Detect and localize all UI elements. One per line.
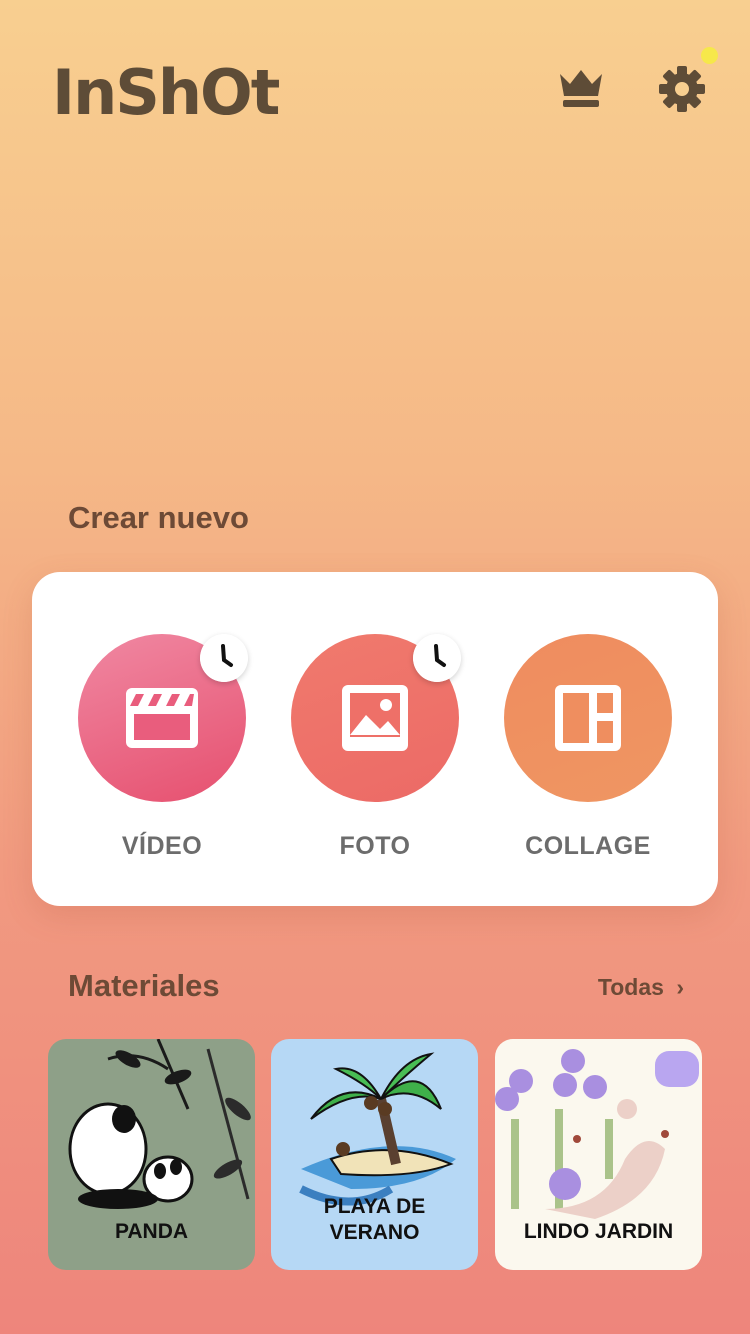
material-label: LINDO JARDIN [523, 1220, 674, 1243]
collage-button[interactable]: COLLAGE [504, 634, 672, 861]
chevron-right-icon: › [676, 974, 684, 1000]
material-card-summer-beach[interactable]: PLAYA DE VERANO [271, 1039, 478, 1270]
materials-title: Materiales [68, 968, 220, 1003]
video-label: VÍDEO [121, 832, 203, 860]
photo-circle[interactable] [291, 634, 461, 802]
gear-icon[interactable] [659, 66, 705, 112]
photo-button[interactable]: FOTO [291, 634, 461, 861]
create-card: VÍDEO FOTO COLLAGE [32, 572, 718, 906]
clapperboard-icon [126, 688, 198, 748]
see-all-link[interactable]: Todas › [598, 974, 684, 1001]
notification-dot [701, 47, 718, 64]
photo-label: FOTO [339, 832, 411, 860]
see-all-label: Todas [597, 974, 664, 1000]
material-card-panda[interactable]: PANDA [48, 1039, 255, 1270]
recent-clock-icon [413, 634, 461, 682]
crown-icon[interactable] [556, 66, 606, 110]
material-label: PANDA [114, 1220, 189, 1243]
image-icon [342, 685, 408, 751]
create-new-title: Crear nuevo [68, 500, 249, 535]
video-button[interactable]: VÍDEO [78, 634, 248, 861]
collage-icon [555, 685, 621, 751]
video-circle[interactable] [78, 634, 248, 802]
material-label: PLAYA DE VERANO [271, 1194, 478, 1246]
collage-circle[interactable] [504, 634, 672, 802]
material-label-line: VERANO [329, 1221, 420, 1244]
recent-clock-icon [200, 634, 248, 682]
app-logo: InShOt [52, 56, 280, 129]
material-card-garden[interactable]: LINDO JARDIN [495, 1039, 702, 1270]
collage-label: COLLAGE [525, 832, 651, 860]
material-label-line: PLAYA DE [323, 1195, 426, 1218]
